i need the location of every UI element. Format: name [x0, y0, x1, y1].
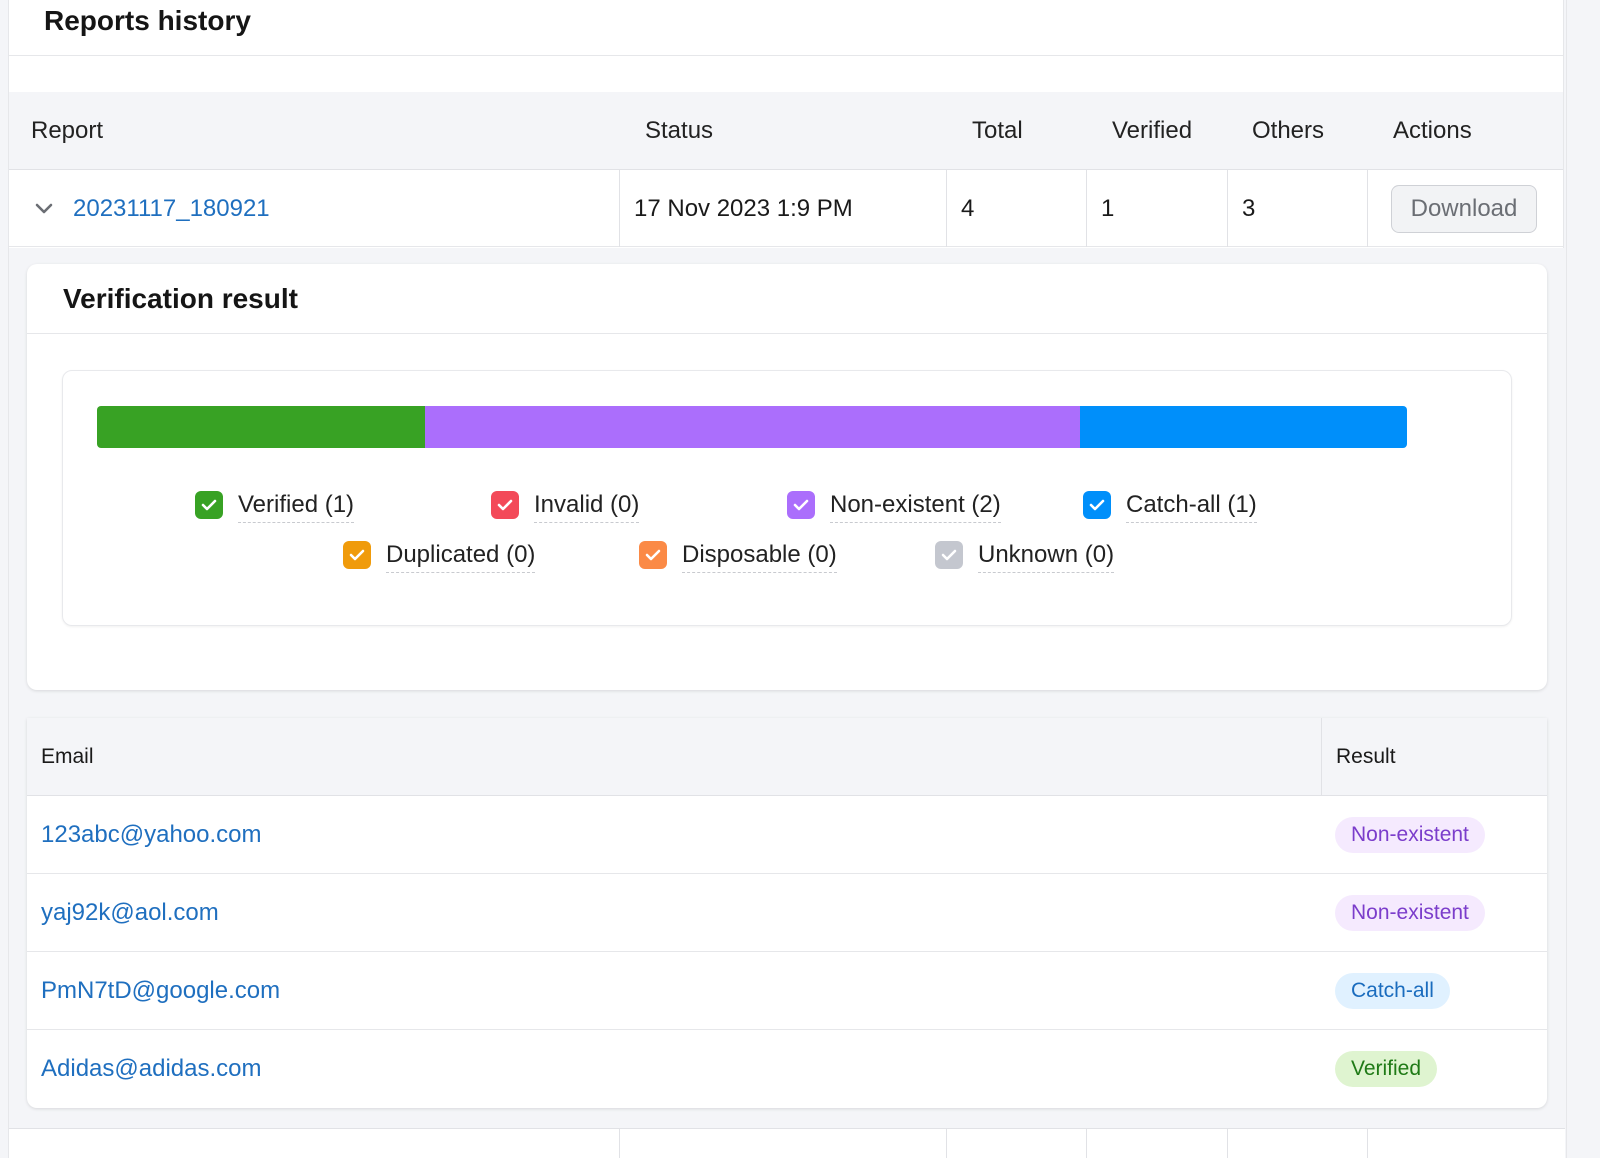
page-header: Reports history — [9, 0, 1563, 56]
column-divider — [1367, 1129, 1368, 1158]
result-badge: Verified — [1335, 1051, 1438, 1087]
total-cell: 4 — [946, 170, 1086, 247]
chevron-down-icon[interactable] — [33, 198, 55, 220]
legend-item-verified[interactable]: Verified (1) — [195, 487, 355, 523]
legend-label: Unknown (0) — [978, 541, 1115, 573]
page-title: Reports history — [44, 4, 251, 36]
column-divider — [1086, 1129, 1087, 1158]
bar-segment-non-existent — [424, 406, 1080, 448]
actions-cell: Download — [1367, 170, 1565, 247]
legend-label: Catch-all (1) — [1126, 491, 1257, 523]
email-results-table: Email Result 123abc@yahoo.com Non-existen… — [27, 718, 1547, 1108]
legend-item-duplicated[interactable]: Duplicated (0) — [343, 537, 536, 573]
table-row: PmN7tD@google.com Catch-all — [27, 952, 1547, 1030]
legend-item-disposable[interactable]: Disposable (0) — [639, 537, 837, 573]
table-row: yaj92k@aol.com Non-existent — [27, 874, 1547, 952]
result-badge: Catch-all — [1335, 973, 1450, 1009]
checkbox-checked-icon[interactable] — [491, 491, 519, 519]
column-header-verified: Verified — [1112, 116, 1193, 144]
report-details-panel: Verification result Verified (1) Invalid … — [9, 248, 1565, 1128]
column-header-result: Result — [1336, 745, 1396, 768]
bar-segment-catch-all — [1079, 406, 1407, 448]
column-header-others: Others — [1252, 116, 1325, 144]
column-header-total: Total — [972, 116, 1023, 144]
column-divider — [1227, 1129, 1228, 1158]
legend-label: Non-existent (2) — [830, 491, 1001, 523]
email-link[interactable]: PmN7tD@google.com — [41, 952, 280, 1030]
result-badge: Non-existent — [1335, 895, 1485, 931]
checkbox-checked-icon[interactable] — [195, 491, 223, 519]
download-button[interactable]: Download — [1391, 184, 1537, 233]
legend-item-unknown[interactable]: Unknown (0) — [935, 537, 1115, 573]
distribution-bar — [97, 406, 1407, 448]
legend-item-catch-all[interactable]: Catch-all (1) — [1083, 487, 1257, 523]
checkbox-checked-icon[interactable] — [343, 541, 371, 569]
checkbox-checked-icon[interactable] — [639, 541, 667, 569]
table-row: 123abc@yahoo.com Non-existent — [27, 796, 1547, 874]
email-link[interactable]: yaj92k@aol.com — [41, 874, 219, 952]
scrollbar-track[interactable] — [1566, 0, 1600, 1158]
legend-label: Duplicated (0) — [386, 541, 536, 573]
result-badge: Non-existent — [1335, 817, 1485, 853]
verified-cell: 1 — [1086, 170, 1227, 247]
card-header: Verification result — [27, 264, 1547, 334]
report-row: 20231117_180921 17 Nov 2023 1:9 PM 4 1 3… — [9, 170, 1563, 247]
distribution-panel: Verified (1) Invalid (0) Non-existent (2) C… — [62, 370, 1512, 626]
table-row: Adidas@adidas.com Verified — [27, 1030, 1547, 1108]
report-id-link[interactable]: 20231117_180921 — [73, 195, 270, 223]
legend-label: Disposable (0) — [682, 541, 837, 573]
column-divider — [1321, 718, 1322, 796]
reports-history-page: Reports history Report Status Total Veri… — [8, 0, 1565, 1158]
reports-table-header: Report Status Total Verified Others Acti… — [9, 92, 1563, 170]
email-table-header: Email Result — [27, 718, 1547, 796]
checkbox-checked-icon[interactable] — [935, 541, 963, 569]
column-header-report: Report — [31, 116, 104, 144]
email-table-body: 123abc@yahoo.com Non-existent yaj92k@aol.c… — [27, 796, 1547, 1108]
legend-label: Verified (1) — [238, 491, 355, 523]
next-report-row — [9, 1128, 1565, 1158]
email-link[interactable]: Adidas@adidas.com — [41, 1030, 261, 1108]
report-cell: 20231117_180921 — [9, 170, 619, 247]
legend-label: Invalid (0) — [534, 491, 640, 523]
legend-item-non-existent[interactable]: Non-existent (2) — [787, 487, 1001, 523]
column-header-email: Email — [41, 745, 94, 768]
checkbox-checked-icon[interactable] — [787, 491, 815, 519]
legend-item-invalid[interactable]: Invalid (0) — [491, 487, 640, 523]
card-title: Verification result — [63, 282, 298, 314]
email-link[interactable]: 123abc@yahoo.com — [41, 796, 262, 874]
column-divider — [619, 1129, 620, 1158]
verification-result-card: Verification result Verified (1) Invalid … — [27, 264, 1547, 690]
column-divider — [946, 1129, 947, 1158]
bar-segment-verified — [97, 406, 425, 448]
column-header-status: Status — [645, 116, 714, 144]
status-cell: 17 Nov 2023 1:9 PM — [619, 170, 946, 247]
others-cell: 3 — [1227, 170, 1367, 247]
column-header-actions: Actions — [1393, 116, 1472, 144]
checkbox-checked-icon[interactable] — [1083, 491, 1111, 519]
